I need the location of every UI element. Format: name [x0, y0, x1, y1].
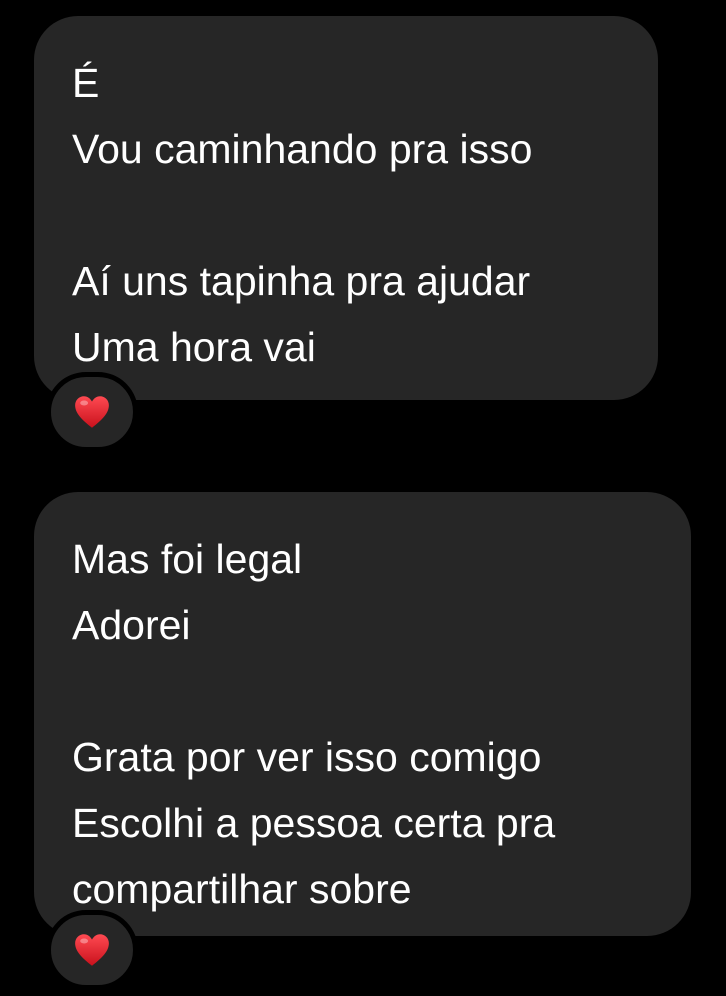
message-text: É [72, 60, 100, 106]
message-text: Mas foi legal [72, 536, 303, 582]
message-reaction[interactable] [46, 910, 138, 990]
message-text: Aí uns tapinha pra ajudar [72, 258, 531, 304]
message-text: compartilhar sobre [72, 866, 412, 912]
message-text: Uma hora vai [72, 324, 316, 370]
message-bubble[interactable]: Mas foi legal Adorei Grata por ver isso … [34, 492, 691, 936]
message-text: Grata por ver isso comigo [72, 734, 542, 780]
message-bubble[interactable]: É Vou caminhando pra isso Aí uns tapinha… [34, 16, 658, 400]
heart-icon [75, 934, 109, 966]
message-reaction[interactable] [46, 372, 138, 452]
message-text: Escolhi a pessoa certa pra [72, 800, 556, 846]
message-text: Vou caminhando pra isso [72, 126, 533, 172]
message-text: Adorei [72, 602, 191, 648]
heart-icon [75, 396, 109, 428]
